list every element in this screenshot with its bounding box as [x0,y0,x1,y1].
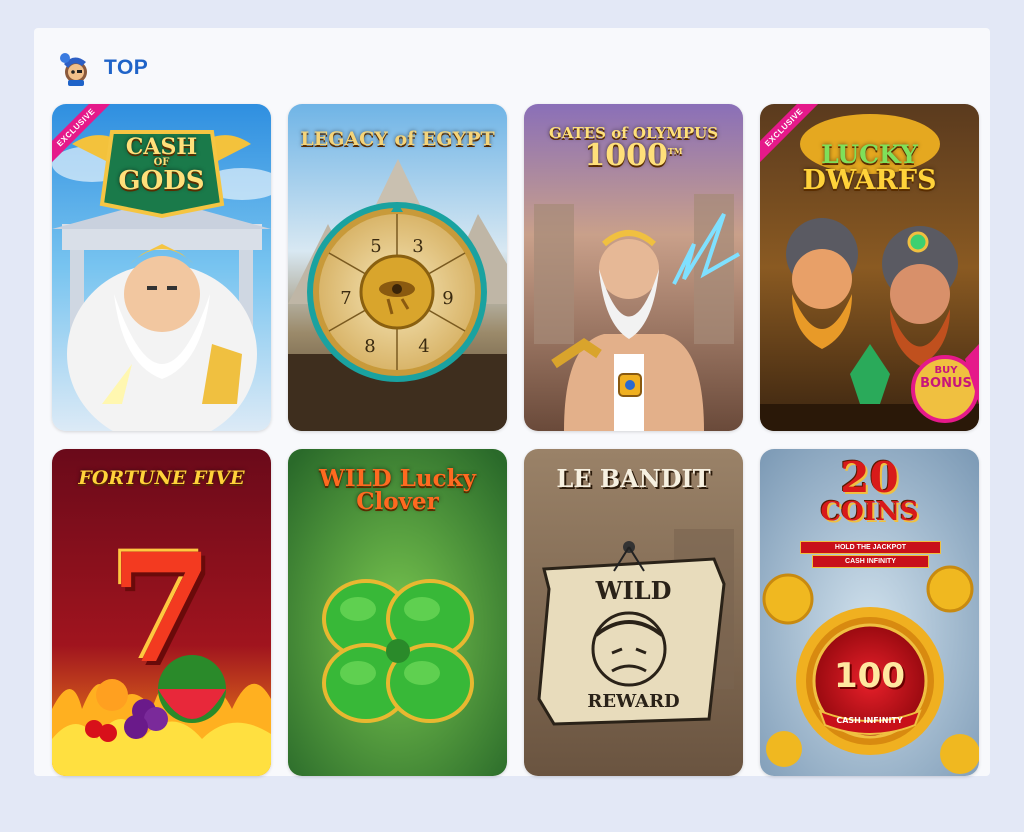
game-card-20-coins[interactable]: 20 COINS HOLD THE JACKPOT CASH INFINITY … [760,449,979,776]
game-title-legacy-of-egypt: LEGACY of EGYPT [300,128,495,150]
pirate-mascot-icon [60,53,87,86]
tagline-cash-infinity: CASH INFINITY [812,555,929,568]
title-line-top: WILD Lucky [319,465,476,492]
svg-text:7: 7 [340,288,351,309]
lucky-seven-symbol: 7 [109,521,214,697]
game-title-fortune-five: FORTUNE FIVE [78,467,245,489]
title-number: 1000 [584,138,668,173]
svg-text:9: 9 [442,288,453,309]
coin-value: 100 [834,656,905,696]
game-card-wild-lucky-clover[interactable]: WILD Lucky Clover [288,449,507,776]
top-games-panel: TOP EXCLUSIVE CASH OF GODS 5 3 7 9 8 4 L… [34,28,990,776]
game-card-legacy-of-egypt[interactable]: 5 3 7 9 8 4 LEGACY of EGYPT [288,104,507,431]
game-card-gates-of-olympus-1000[interactable]: GATES of OLYMPUS 1000TM [524,104,743,431]
game-title-20-coins: 20 COINS [760,453,979,527]
title-line-bottom: Clover [356,488,439,515]
game-card-cash-of-gods[interactable]: EXCLUSIVE CASH OF GODS [52,104,271,431]
title-word: COINS [820,497,919,527]
svg-text:5: 5 [370,236,381,257]
poster-text-bottom: REWARD [587,691,680,712]
svg-text:4: 4 [418,336,429,357]
title-line-top: CASH [125,134,198,160]
title-line-bottom: DWARFS [802,165,937,196]
svg-text:8: 8 [364,336,375,357]
bonus-line-top: BUY [934,365,958,376]
title-line-top: LUCKY [821,140,918,169]
section-header: TOP [54,48,148,88]
le-bandit-artwork [524,449,743,776]
games-grid: EXCLUSIVE CASH OF GODS 5 3 7 9 8 4 LEGAC… [52,104,979,776]
bonus-line-bottom: BONUS [920,375,972,391]
section-title: TOP [104,56,149,79]
trademark-mark: TM [667,146,683,156]
game-card-fortune-five[interactable]: FORTUNE FIVE 7 [52,449,271,776]
game-title-gates-of-olympus: GATES of OLYMPUS 1000TM [524,126,743,171]
coin-caption: CASH INFINITY [836,716,903,725]
game-card-le-bandit[interactable]: LE BANDIT WILD REWARD [524,449,743,776]
game-card-lucky-dwarfs[interactable]: EXCLUSIVE LUCKY DWARFS BUY BONUS [760,104,979,431]
title-line-bottom: GODS [118,166,205,196]
game-title-wild-lucky-clover: WILD Lucky Clover [288,467,507,513]
game-title-cash-of-gods: CASH OF GODS [52,136,271,194]
tagline-hold-the-jackpot: HOLD THE JACKPOT [800,541,941,554]
title-number: 20 [840,453,899,502]
game-title-lucky-dwarfs: LUCKY DWARFS [760,142,979,194]
title-line-bottom: 1000TM [524,141,743,171]
svg-text:3: 3 [412,236,423,257]
legacy-of-egypt-artwork: 5 3 7 9 8 4 [288,104,507,431]
buy-bonus-badge: BUY BONUS [914,365,978,391]
poster-text-top: WILD [595,576,672,605]
game-title-le-bandit: LE BANDIT [556,464,711,493]
